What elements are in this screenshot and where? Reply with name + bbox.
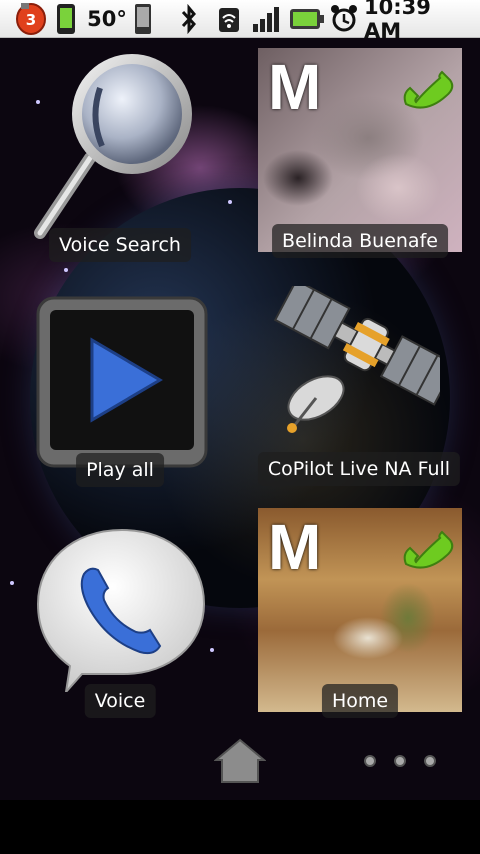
page-indicator-dot[interactable] <box>394 755 406 767</box>
play-all-label: Play all <box>76 453 164 487</box>
contact-letter: M <box>268 511 322 583</box>
page-indicator-dot[interactable] <box>424 755 436 767</box>
voice-label: Voice <box>84 684 156 718</box>
magnifier-icon <box>34 54 192 239</box>
alarm-clock-icon <box>328 0 360 38</box>
page-indicator-dot[interactable] <box>364 755 376 767</box>
voice-search-label: Voice Search <box>49 228 191 262</box>
cell-signal-icon <box>250 0 284 38</box>
battery-icon <box>289 0 325 38</box>
contact-photo: M <box>258 48 462 252</box>
star <box>10 581 14 585</box>
copilot-live-shortcut[interactable]: CoPilot Live NA Full <box>254 282 464 500</box>
dock <box>0 728 480 798</box>
belinda-buenafe-contact-shortcut[interactable]: M Belinda Buenafe <box>258 48 462 270</box>
phone-icon <box>403 530 454 569</box>
satellite-icon <box>273 286 440 433</box>
home-contact-label: Home <box>321 684 399 718</box>
contact-letter: M <box>268 51 322 123</box>
play-all-shortcut[interactable]: Play all <box>20 290 220 500</box>
temperature-text: 50° <box>87 7 127 31</box>
notification-badge-icon[interactable]: 3 <box>14 0 48 38</box>
notification-count: 3 <box>26 11 36 29</box>
home-contact-shortcut[interactable]: M Home <box>258 508 462 730</box>
device-icon <box>133 0 153 38</box>
clock-time: 10:39 AM <box>364 0 431 43</box>
voice-phone-bubble-icon <box>36 528 206 692</box>
voice-search-shortcut[interactable]: Voice Search <box>20 48 220 270</box>
star <box>228 200 232 204</box>
phone-icon <box>403 70 454 109</box>
contact-photo: M <box>258 508 462 712</box>
belinda-buenafe-label: Belinda Buenafe <box>272 224 448 258</box>
home-icon[interactable] <box>214 736 266 786</box>
status-bar[interactable]: 3 50° 10:39 AM <box>0 0 480 43</box>
bluetooth-icon <box>176 0 202 38</box>
voice-shortcut[interactable]: Voice <box>20 520 220 730</box>
battery-phone-icon <box>54 0 78 38</box>
copilot-live-label: CoPilot Live NA Full <box>257 452 461 486</box>
wifi-icon <box>214 0 244 38</box>
play-icon <box>36 296 208 468</box>
bottom-bar <box>0 800 480 854</box>
